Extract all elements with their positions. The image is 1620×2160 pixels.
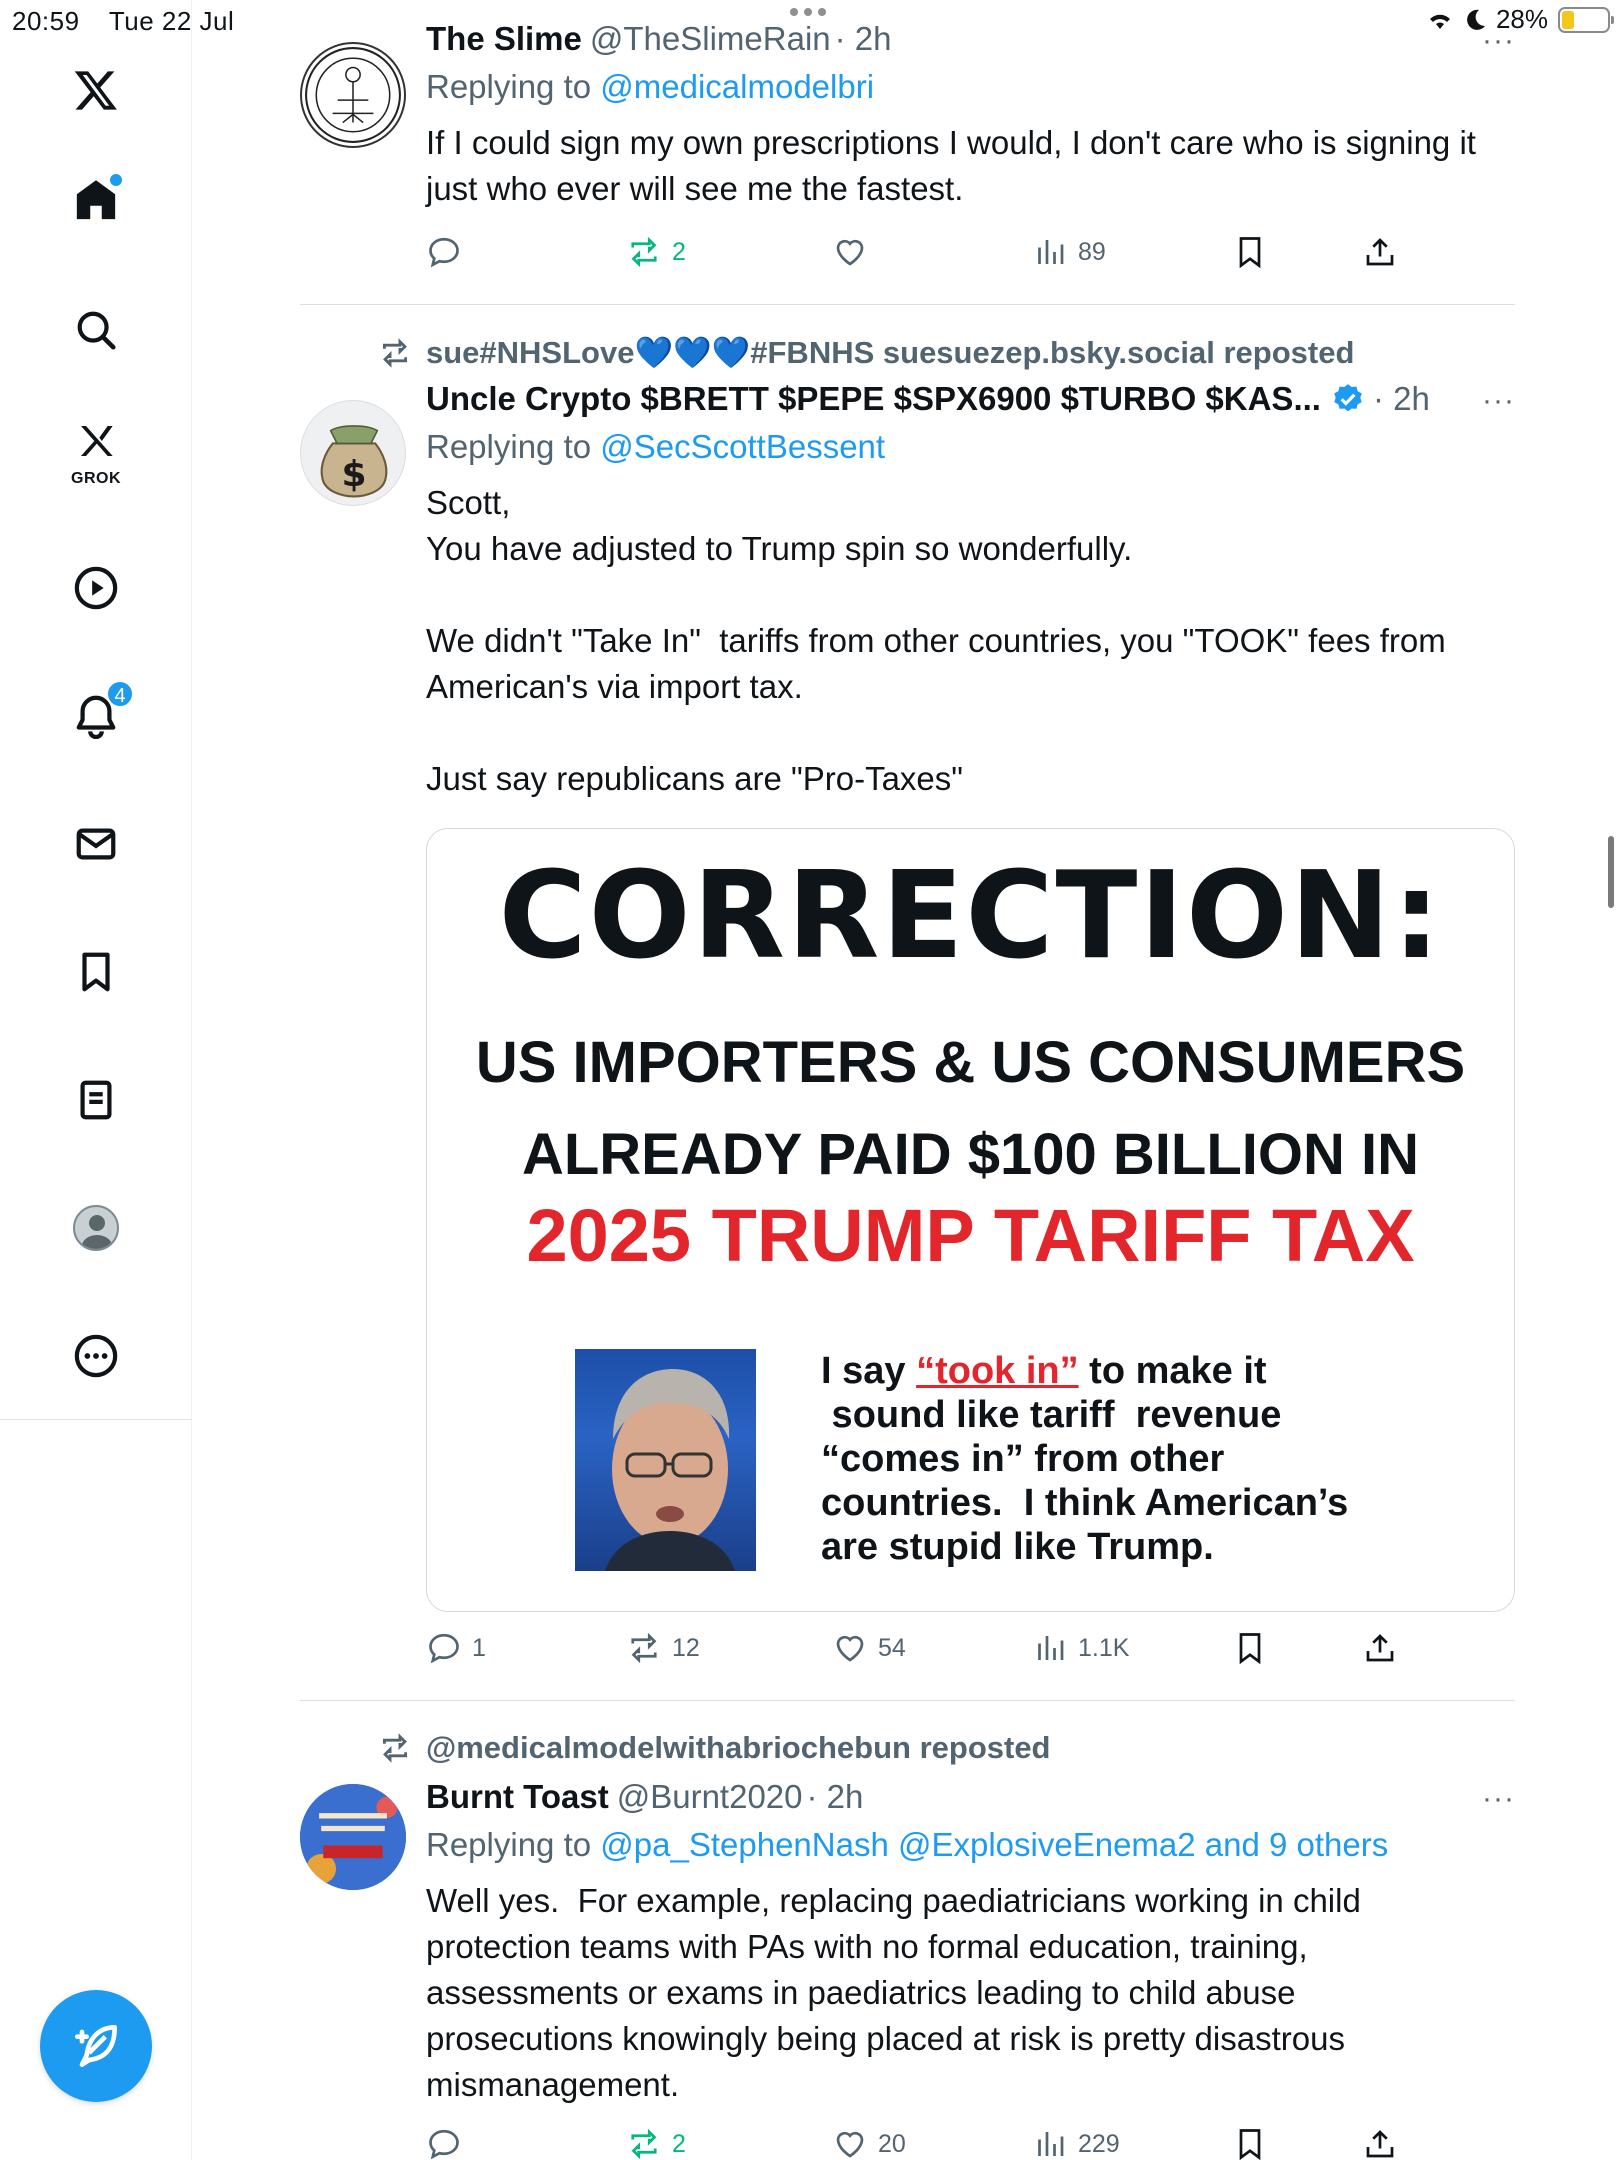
search-icon[interactable] xyxy=(64,298,128,362)
views-chart-icon xyxy=(1038,1636,1064,1660)
grok-icon[interactable]: GROK xyxy=(64,418,128,487)
bookmark-icon xyxy=(1239,2129,1261,2160)
reply-to-link[interactable]: @SecScottBessent xyxy=(600,428,885,465)
portrait-photo xyxy=(575,1349,756,1571)
image-line-1: US IMPORTERS & US CONSUMERS xyxy=(475,1030,1466,1095)
notifications-bell-icon[interactable]: 4 xyxy=(64,680,134,748)
replying-to: Replying to @SecScottBessent xyxy=(426,428,886,465)
post-time: · 2h xyxy=(806,1778,864,1815)
author-name[interactable]: Uncle Crypto $BRETT $PEPE $SPX6900 $TURB… xyxy=(426,380,1321,418)
views-button[interactable]: 229 xyxy=(1032,2126,1120,2160)
repost-indicator: sue#NHSLove💙💙💙#FBNHS suesuezep.bsky.soci… xyxy=(378,334,1354,371)
share-icon xyxy=(1366,238,1394,266)
repost-icon xyxy=(631,236,657,268)
svg-text:$: $ xyxy=(341,454,366,495)
post-time: · 2h xyxy=(1372,380,1430,417)
post-text: Well yes. For example, replacing paediat… xyxy=(426,1882,1361,2103)
sidebar: GROK 4 xyxy=(0,0,192,2160)
scrollbar-thumb[interactable] xyxy=(1608,836,1614,908)
repost-icon xyxy=(382,1733,408,1763)
repost-button[interactable]: 2 xyxy=(626,2126,686,2160)
reply-button[interactable] xyxy=(426,234,472,270)
share-button[interactable] xyxy=(1362,2126,1398,2160)
post-text: If I could sign my own prescriptions I w… xyxy=(426,124,1476,207)
share-icon xyxy=(1366,2130,1394,2158)
author-handle[interactable]: @TheSlimeRain xyxy=(590,20,831,58)
reply-icon xyxy=(429,237,459,268)
compose-feather-icon xyxy=(75,2025,117,2067)
home-notification-dot xyxy=(110,174,122,186)
home-icon[interactable] xyxy=(64,168,128,232)
image-title: CORRECTION: xyxy=(498,847,1443,986)
repost-indicator: @medicalmodelwithabriochebun reposted xyxy=(378,1730,1051,1766)
reply-to-link[interactable]: @medicalmodelbri xyxy=(600,68,874,105)
bookmark-button[interactable] xyxy=(1232,2126,1268,2160)
heart-icon xyxy=(836,2131,864,2158)
grok-label: GROK xyxy=(71,470,121,487)
bookmarks-icon[interactable] xyxy=(64,940,128,1004)
post-image-correction[interactable]: CORRECTION: US IMPORTERS & US CONSUMERS … xyxy=(426,828,1515,1612)
reply-button[interactable]: 1 xyxy=(426,1630,486,1666)
messages-envelope-icon[interactable] xyxy=(64,812,128,876)
notification-count-badge: 4 xyxy=(106,680,134,708)
views-chart-icon xyxy=(1038,240,1064,264)
post-text: Scott, You have adjusted to Trump spin s… xyxy=(426,484,1446,797)
heart-icon xyxy=(836,1635,864,1662)
multitask-dots-icon[interactable] xyxy=(790,8,826,16)
author-name[interactable]: Burnt Toast xyxy=(426,1778,609,1816)
battery-icon xyxy=(1558,6,1614,33)
reply-icon xyxy=(429,1633,459,1664)
repost-icon xyxy=(631,2128,657,2160)
post-more-icon[interactable]: ··· xyxy=(1482,24,1515,58)
share-icon xyxy=(1366,1634,1394,1662)
avatar-the-slime[interactable] xyxy=(300,42,406,148)
profile-avatar-icon[interactable] xyxy=(64,1196,128,1260)
share-button[interactable] xyxy=(1362,1630,1398,1666)
avatar-burnt-toast[interactable] xyxy=(300,1784,406,1890)
repost-icon xyxy=(631,1632,657,1664)
compose-post-button[interactable] xyxy=(40,1990,152,2102)
reply-icon xyxy=(429,2129,459,2160)
avatar-uncle-crypto[interactable]: $ xyxy=(300,400,406,506)
post-actions: 2 89 xyxy=(426,234,1515,278)
reply-to-link[interactable]: @pa_StephenNash @ExplosiveEnema2 and 9 o… xyxy=(600,1826,1388,1863)
like-button[interactable]: 20 xyxy=(832,2126,906,2160)
more-options-circle-icon[interactable] xyxy=(64,1324,128,1388)
lists-document-icon[interactable] xyxy=(64,1068,128,1132)
repost-button[interactable]: 2 xyxy=(626,234,686,270)
heart-icon xyxy=(836,239,864,266)
share-button[interactable] xyxy=(1362,234,1398,270)
post-more-icon[interactable]: ··· xyxy=(1482,1782,1515,1816)
repost-button[interactable]: 12 xyxy=(626,1630,700,1666)
post-divider xyxy=(300,304,1515,305)
bookmark-icon xyxy=(1239,237,1261,269)
post-actions: 1 12 54 1.1K xyxy=(426,1630,1515,1674)
bookmark-icon xyxy=(1239,1633,1261,1665)
repost-icon xyxy=(382,337,408,368)
views-button[interactable]: 1.1K xyxy=(1032,1630,1129,1666)
like-button[interactable]: 54 xyxy=(832,1630,906,1666)
post-actions: 2 20 229 xyxy=(426,2126,1515,2160)
replying-to: Replying to @pa_StephenNash @ExplosiveEn… xyxy=(426,1826,1389,1863)
image-line-3: 2025 TRUMP TARIFF TAX xyxy=(526,1194,1415,1277)
sidebar-divider xyxy=(0,1419,192,1420)
x-logo-icon[interactable] xyxy=(64,58,128,122)
replying-to: Replying to @medicalmodelbri xyxy=(426,68,875,105)
image-quote: I say “took in” to make it sound like ta… xyxy=(821,1350,1349,1568)
author-name[interactable]: The Slime xyxy=(426,20,582,58)
views-button[interactable]: 89 xyxy=(1032,234,1106,270)
reply-button[interactable] xyxy=(426,2126,472,2160)
bookmark-button[interactable] xyxy=(1232,1630,1268,1666)
video-play-icon[interactable] xyxy=(64,556,128,620)
author-handle[interactable]: @Burnt2020 xyxy=(617,1778,803,1816)
image-line-2: ALREADY PAID $100 BILLION IN xyxy=(521,1122,1420,1187)
like-button[interactable] xyxy=(832,234,878,270)
post-divider xyxy=(300,1700,1515,1701)
verified-badge-icon xyxy=(1334,384,1362,412)
post-more-icon[interactable]: ··· xyxy=(1482,384,1515,418)
bookmark-button[interactable] xyxy=(1232,234,1268,270)
post-time: · 2h xyxy=(834,20,892,57)
views-chart-icon xyxy=(1038,2132,1064,2156)
